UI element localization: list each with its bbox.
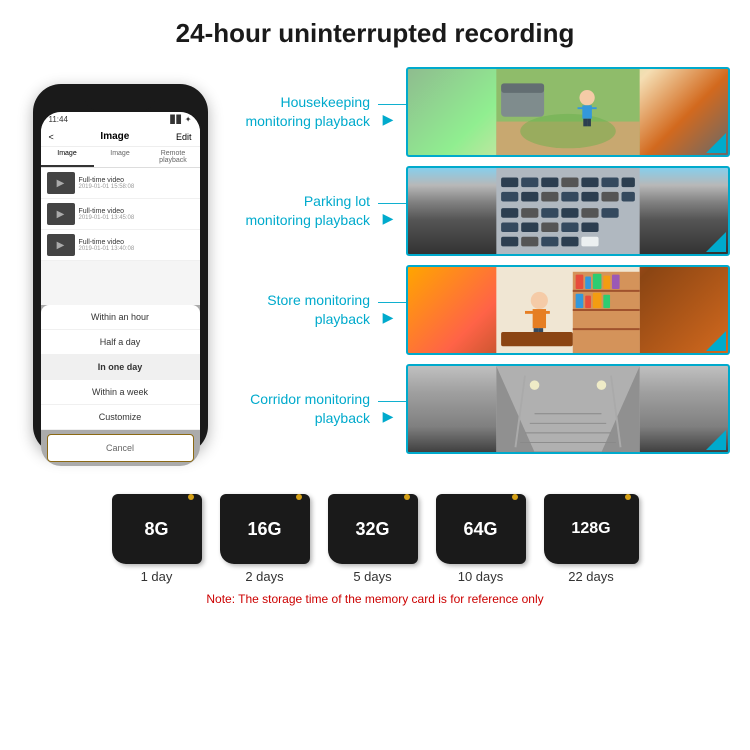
- parking-svg: [408, 168, 728, 254]
- note-text: Note: The storage time of the memory car…: [206, 592, 543, 606]
- sdcard-days-32g: 5 days: [353, 569, 391, 584]
- phone-list-info-1: Full-time video 2019-01-01 15:58:08: [79, 177, 135, 190]
- phone-thumb-2: ▶: [47, 203, 75, 225]
- monitoring-row-4: Corridor monitoring playback ——▶: [230, 361, 730, 456]
- phone-tab-image[interactable]: Image: [41, 147, 94, 167]
- sdcard-card-16g: 16G: [220, 494, 310, 564]
- phone-dropdown-inner: Within an hour Half a day In one day Wit…: [41, 305, 200, 430]
- sdcard-days-128g: 22 days: [568, 569, 614, 584]
- sdcard-item-32g: 32G 5 days: [328, 494, 418, 584]
- monitoring-img-3: [406, 265, 730, 355]
- monitoring-row-2: Parking lot monitoring playback ——▶: [230, 163, 730, 258]
- phone-list-date-1: 2019-01-01 15:58:08: [79, 184, 135, 190]
- monitoring-row-3: Store monitoring playback ——▶: [230, 262, 730, 357]
- phone-nav-bar: < Image Edit: [41, 127, 200, 147]
- monitoring-img-4: [406, 364, 730, 454]
- sdcard-size-64g: 64G: [463, 519, 497, 540]
- phone-list-title-3: Full-time video: [79, 239, 135, 246]
- phone-dropdown-one-day[interactable]: In one day: [41, 355, 200, 380]
- corridor-svg: [408, 366, 728, 452]
- phone-list-date-2: 2019-01-01 13:45:08: [79, 215, 135, 221]
- phone-thumb-1: ▶: [47, 172, 75, 194]
- monitoring-arrow-4: ——▶: [378, 392, 398, 425]
- sdcard-days-8g: 1 day: [141, 569, 173, 584]
- sdcard-size-8g: 8G: [144, 519, 168, 540]
- phone-mockup: 11:44 ▊▊ ✦ < Image Edit Image Image Remo…: [33, 84, 208, 454]
- phone-tab-image2[interactable]: Image: [94, 147, 147, 167]
- phone-status-bar: 11:44 ▊▊ ✦: [41, 112, 200, 127]
- phone-notch: [85, 92, 155, 110]
- phone-dropdown-week[interactable]: Within a week: [41, 380, 200, 405]
- monitoring-label-4: Corridor monitoring playback: [230, 390, 370, 426]
- sdcard-size-16g: 16G: [247, 519, 281, 540]
- phone-list-title-1: Full-time video: [79, 177, 135, 184]
- phone-time: 11:44: [49, 115, 68, 124]
- sdcard-section: 8G 1 day 16G 2 days 32G 5 days 64G 10 da…: [0, 479, 750, 611]
- monitoring-label-3: Store monitoring playback: [230, 291, 370, 327]
- phone-nav-title: Image: [100, 131, 129, 142]
- parking-corner: [706, 232, 726, 252]
- store-corner: [706, 331, 726, 351]
- phone-list-item-1: ▶ Full-time video 2019-01-01 15:58:08: [41, 168, 200, 199]
- sdcard-days-64g: 10 days: [458, 569, 504, 584]
- housekeeping-svg: [408, 69, 728, 155]
- housekeeping-corner: [706, 133, 726, 153]
- phone-tab-remote[interactable]: Remote playback: [147, 147, 200, 167]
- phone-container: 11:44 ▊▊ ✦ < Image Edit Image Image Remo…: [20, 59, 220, 479]
- sdcard-item-8g: 8G 1 day: [112, 494, 202, 584]
- monitoring-img-1: [406, 67, 730, 157]
- phone-list-item-2: ▶ Full-time video 2019-01-01 13:45:08: [41, 199, 200, 230]
- store-svg: [408, 267, 728, 353]
- sdcard-card-64g: 64G: [436, 494, 526, 564]
- phone-dropdown: Within an hour Half a day In one day Wit…: [41, 305, 200, 466]
- main-content: 11:44 ▊▊ ✦ < Image Edit Image Image Remo…: [0, 59, 750, 479]
- monitoring-row-1: Housekeeping monitoring playback ——▶: [230, 64, 730, 159]
- phone-screen: 11:44 ▊▊ ✦ < Image Edit Image Image Remo…: [41, 112, 200, 466]
- sdcard-item-64g: 64G 10 days: [436, 494, 526, 584]
- sdcard-size-32g: 32G: [355, 519, 389, 540]
- monitoring-arrow-3: ——▶: [378, 293, 398, 326]
- phone-edit-button[interactable]: Edit: [176, 132, 192, 142]
- phone-dropdown-cancel[interactable]: Cancel: [47, 434, 194, 462]
- monitoring-arrow-1: ——▶: [378, 95, 398, 128]
- phone-list-item-3: ▶ Full-time video 2019-01-01 13:40:08: [41, 230, 200, 261]
- page-title: 24-hour uninterrupted recording: [20, 18, 730, 49]
- sdcard-size-128g: 128G: [571, 520, 610, 538]
- phone-thumb-3: ▶: [47, 234, 75, 256]
- monitoring-section: Housekeeping monitoring playback ——▶: [230, 59, 730, 479]
- page-header: 24-hour uninterrupted recording: [0, 0, 750, 59]
- phone-back-button[interactable]: <: [49, 132, 54, 142]
- sdcard-item-128g: 128G 22 days: [544, 494, 639, 584]
- sdcard-card-32g: 32G: [328, 494, 418, 564]
- phone-dropdown-customize[interactable]: Customize: [41, 405, 200, 430]
- monitoring-arrow-2: ——▶: [378, 194, 398, 227]
- sdcard-card-8g: 8G: [112, 494, 202, 564]
- sdcard-item-16g: 16G 2 days: [220, 494, 310, 584]
- sdcard-row: 8G 1 day 16G 2 days 32G 5 days 64G 10 da…: [112, 494, 639, 584]
- phone-list-info-2: Full-time video 2019-01-01 13:45:08: [79, 208, 135, 221]
- monitoring-img-2: [406, 166, 730, 256]
- phone-list-date-3: 2019-01-01 13:40:08: [79, 246, 135, 252]
- phone-signal: ▊▊ ✦: [170, 115, 191, 124]
- phone-tabs: Image Image Remote playback: [41, 147, 200, 168]
- sdcard-days-16g: 2 days: [245, 569, 283, 584]
- phone-list-info-3: Full-time video 2019-01-01 13:40:08: [79, 239, 135, 252]
- phone-dropdown-half-day[interactable]: Half a day: [41, 330, 200, 355]
- monitoring-label-1: Housekeeping monitoring playback: [230, 93, 370, 129]
- corridor-corner: [706, 430, 726, 450]
- sdcard-card-128g: 128G: [544, 494, 639, 564]
- phone-list-title-2: Full-time video: [79, 208, 135, 215]
- phone-dropdown-within-hour[interactable]: Within an hour: [41, 305, 200, 330]
- phone-list: ▶ Full-time video 2019-01-01 15:58:08 ▶ …: [41, 168, 200, 261]
- monitoring-label-2: Parking lot monitoring playback: [230, 192, 370, 228]
